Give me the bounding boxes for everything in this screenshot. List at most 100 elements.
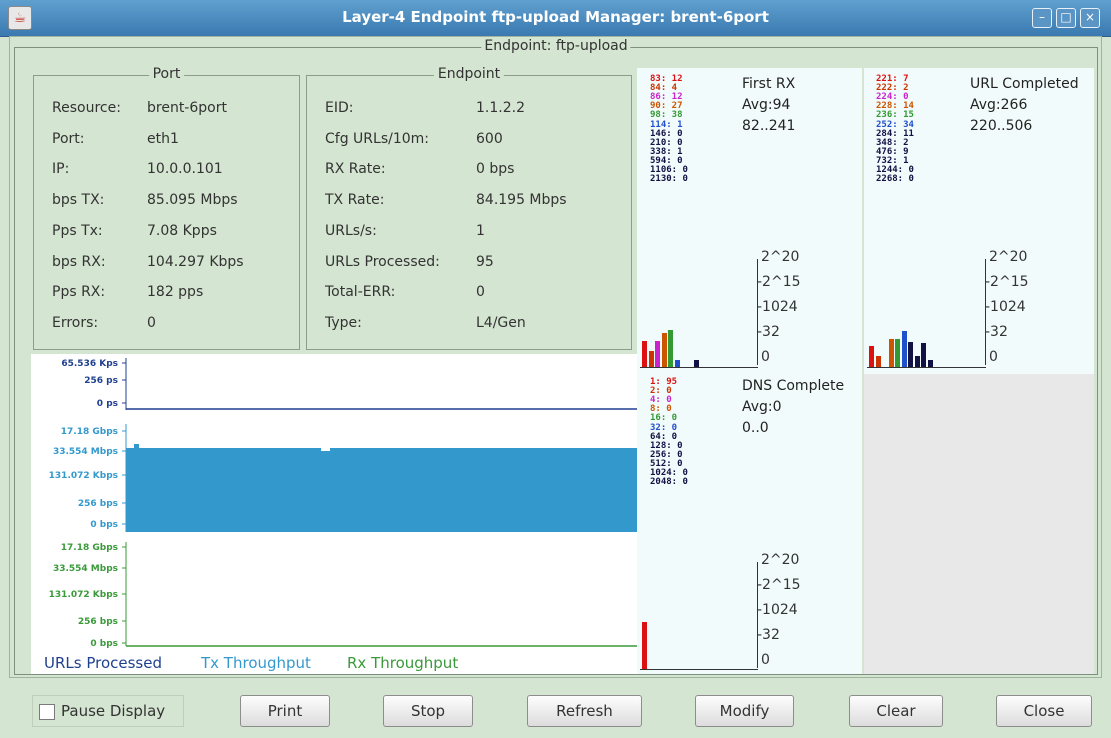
first-rx-bar	[674, 359, 680, 367]
dns-complete-bucket-label: 2048: 0	[650, 477, 688, 488]
endpoint-panel-label: Endpoint	[433, 66, 505, 82]
first-rx-bar	[642, 340, 647, 367]
port-field-value: 85.095 Mbps	[147, 192, 238, 209]
first-rx-scale-label: 2^20	[761, 249, 800, 265]
endpoint-panel: Endpoint	[306, 66, 632, 350]
rx-axis-tick: 0 bps	[90, 639, 118, 649]
endpoint-field-label: URLs/s:	[325, 222, 377, 239]
endpoint-field-label: EID:	[325, 100, 354, 116]
url-completed-baseline	[867, 367, 986, 368]
throughput-graph: 65.536 Kps 256 ps 0 ps 17.18 Gbps 33.554 Mbp…	[31, 354, 637, 674]
maximize-icon[interactable]: □	[1056, 8, 1076, 28]
first-rx-bar	[655, 340, 660, 367]
first-rx-scale-label: -1024	[757, 299, 798, 315]
endpoint-field-value: 0	[476, 284, 485, 301]
urls-axis-tick: 0 ps	[97, 399, 118, 409]
port-field-label: bps RX:	[52, 253, 106, 270]
url-completed-bar	[888, 339, 894, 367]
rx-axis-tick: 131.072 Kbps	[49, 590, 118, 600]
endpoint-field-label: Cfg URLs/10m:	[325, 130, 429, 147]
port-field-value: 0	[147, 314, 156, 331]
first-rx-avg: Avg:94	[742, 97, 791, 113]
endpoint-field-value: 1.1.2.2	[476, 100, 525, 116]
pause-display-checkbox[interactable]: Pause Display	[32, 695, 184, 727]
first-rx-scale-label: 0	[761, 349, 770, 365]
dns-complete-title: DNS Complete	[742, 378, 845, 394]
port-field-label: bps TX:	[52, 192, 105, 209]
checkbox-box[interactable]	[39, 704, 55, 720]
urls-axis-tick: 256 ps	[84, 376, 118, 386]
dns-complete-scale-label: -32	[757, 627, 780, 643]
endpoint-field-value: 1	[476, 222, 485, 239]
endpoint-field-value: 84.195 Mbps	[476, 192, 567, 209]
port-panel: Port	[33, 66, 300, 350]
tx-axis-tick: 0 bps	[90, 520, 118, 530]
stop-button[interactable]: Stop	[383, 695, 473, 727]
first-rx-bar	[648, 350, 654, 367]
first-rx-scale-label: -2^15	[757, 274, 801, 290]
endpoint-frame-label: Endpoint: ftp-upload	[481, 38, 631, 54]
endpoint-field-label: Total-ERR:	[325, 284, 396, 301]
first-rx-scale-label: -32	[757, 324, 780, 340]
graph-legend-item: Tx Throughput	[200, 654, 311, 672]
urls-axis-tick: 65.536 Kps	[61, 359, 118, 369]
url-completed-bar	[869, 345, 874, 367]
port-field-value: 104.297 Kbps	[147, 253, 244, 270]
port-field-value: 182 pps	[147, 284, 204, 301]
window-title: Layer-4 Endpoint ftp-upload Manager: bre…	[342, 8, 769, 26]
port-field-label: Port:	[52, 130, 85, 147]
url-completed-bar	[921, 343, 926, 367]
print-button[interactable]: Print	[240, 695, 330, 727]
endpoint-field-label: RX Rate:	[325, 161, 386, 178]
tx-axis-tick: 131.072 Kbps	[49, 471, 118, 481]
dns-complete-avg: Avg:0	[742, 399, 782, 415]
first-rx-bar	[694, 359, 699, 367]
minimize-icon[interactable]: –	[1032, 8, 1052, 28]
tx-axis-tick: 17.18 Gbps	[61, 427, 118, 437]
tx-axis-tick: 256 bps	[78, 499, 118, 509]
clear-button[interactable]: Clear	[849, 695, 943, 727]
dns-complete-scale-label: -2^15	[757, 577, 801, 593]
url-completed-scale-label: -2^15	[985, 274, 1029, 290]
graph-legend-item: Rx Throughput	[347, 654, 458, 672]
url-completed-range: 220..506	[970, 118, 1033, 134]
rx-axis-tick: 17.18 Gbps	[61, 543, 118, 553]
url-completed-scale-label: 0	[989, 349, 998, 365]
port-field-value: eth1	[147, 130, 179, 147]
url-completed-bar	[914, 355, 920, 367]
close-icon[interactable]: ×	[1080, 8, 1100, 28]
endpoint-field-value: 95	[476, 253, 494, 270]
port-field-label: Errors:	[52, 314, 99, 331]
dns-complete-range: 0..0	[742, 420, 769, 436]
refresh-button[interactable]: Refresh	[527, 695, 642, 727]
url-completed-scale-label: -32	[985, 324, 1008, 340]
endpoint-field-label: TX Rate:	[325, 192, 385, 209]
endpoint-field-label: Type:	[325, 314, 362, 331]
url-completed-bar	[927, 359, 933, 367]
port-field-label: IP:	[52, 161, 70, 178]
first-rx-bar	[661, 332, 667, 367]
tx-series-area	[126, 444, 637, 532]
url-completed-title: URL Completed	[970, 76, 1079, 92]
first-rx-baseline	[640, 367, 758, 368]
port-field-value: 7.08 Kpps	[147, 222, 217, 239]
rx-axis-tick: 256 bps	[78, 617, 118, 627]
first-rx-title: First RX	[742, 76, 796, 92]
dns-complete-scale-label: -1024	[757, 602, 798, 618]
dns-complete-bar	[642, 622, 647, 669]
url-completed-scale-label: 2^20	[989, 249, 1028, 265]
url-completed-bar	[895, 338, 900, 367]
first-rx-bar	[668, 329, 673, 367]
url-completed-bar	[908, 341, 913, 367]
first-rx-range: 82..241	[742, 118, 796, 134]
modify-button[interactable]: Modify	[695, 695, 794, 727]
first-rx-bucket-label: 2130: 0	[650, 174, 688, 185]
url-completed-avg: Avg:266	[970, 97, 1028, 113]
dns-complete-scale-label: 0	[761, 652, 770, 668]
close-button[interactable]: Close	[996, 695, 1092, 727]
graph-legend-item: URLs Processed	[44, 654, 162, 672]
port-field-value: 10.0.0.101	[147, 161, 223, 178]
endpoint-field-label: URLs Processed:	[325, 253, 440, 270]
port-field-value: brent-6port	[147, 100, 227, 116]
dns-complete-scale-label: 2^20	[761, 552, 800, 568]
